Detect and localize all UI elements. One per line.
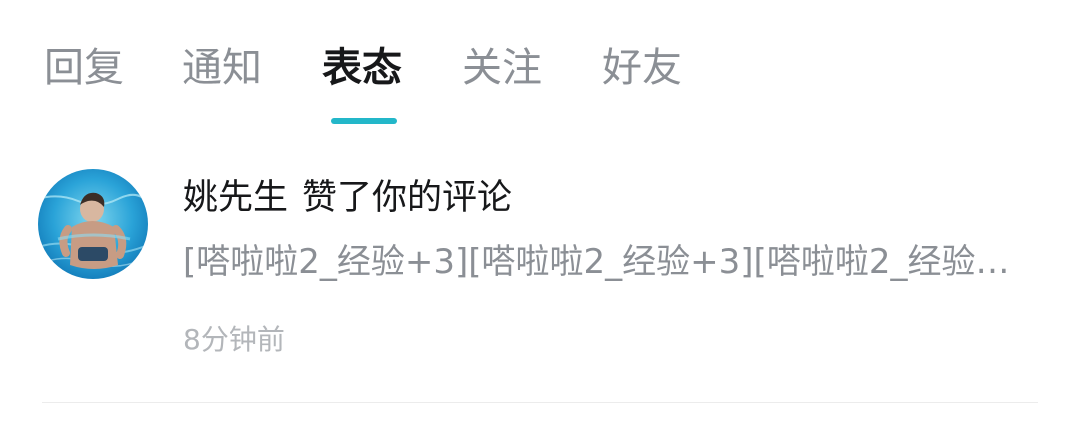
tab-reactions[interactable]: 表态 (322, 40, 402, 96)
notification-action-text: 赞了你的评论 (302, 178, 513, 218)
timestamp: 8分钟前 (183, 323, 285, 356)
notification-item[interactable]: 姚先生 赞了你的评论 [嗒啦啦2_经验+3][嗒啦啦2_经验+3][嗒啦啦2_经验… (0, 150, 1080, 404)
tab-follows[interactable]: 关注 (462, 40, 542, 96)
notification-title: 姚先生 赞了你的评论 (183, 174, 512, 222)
avatar[interactable] (38, 169, 148, 279)
user-avatar-icon (38, 169, 148, 279)
divider (42, 402, 1038, 403)
tab-friends[interactable]: 好友 (602, 40, 682, 96)
notification-tab-bar: 回复 通知 表态 关注 好友 (0, 0, 1080, 130)
active-tab-indicator (331, 118, 397, 124)
tab-replies[interactable]: 回复 (44, 40, 124, 96)
comment-preview[interactable]: [嗒啦啦2_经验+3][嗒啦啦2_经验+3][嗒啦啦2_经验+3] (183, 238, 1028, 286)
tab-notifications[interactable]: 通知 (182, 40, 262, 96)
user-name-link[interactable]: 姚先生 (183, 178, 288, 218)
